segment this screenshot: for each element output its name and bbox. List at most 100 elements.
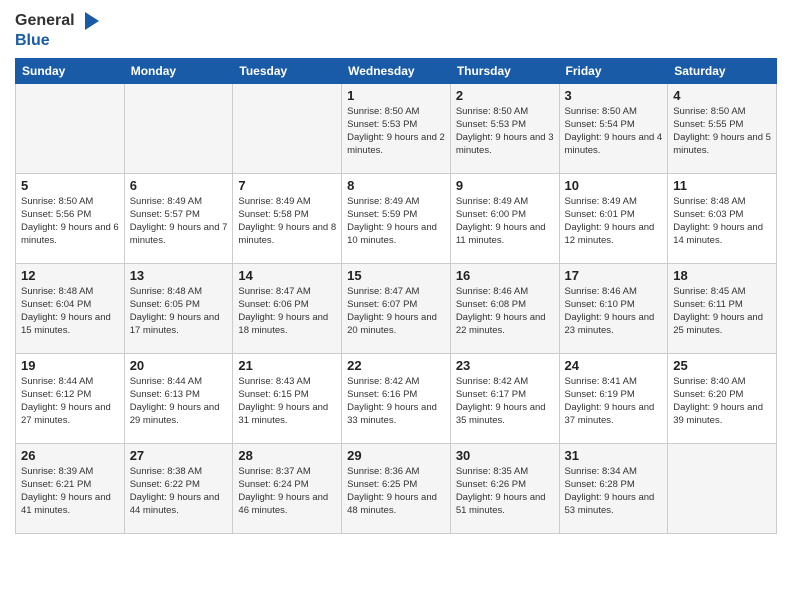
day-info-22: Sunrise: 8:42 AMSunset: 6:16 PMDaylight:… bbox=[347, 375, 445, 428]
day-info-20: Sunrise: 8:44 AMSunset: 6:13 PMDaylight:… bbox=[130, 375, 228, 428]
calendar-cell-0-4: 2Sunrise: 8:50 AMSunset: 5:53 PMDaylight… bbox=[450, 83, 559, 173]
day-number-31: 31 bbox=[565, 448, 663, 463]
day-number-22: 22 bbox=[347, 358, 445, 373]
day-number-18: 18 bbox=[673, 268, 771, 283]
calendar-cell-1-5: 10Sunrise: 8:49 AMSunset: 6:01 PMDayligh… bbox=[559, 173, 668, 263]
week-row-5: 26 Sunrise: 8:39 AMSunset: 6:21 PMDayligh… bbox=[16, 443, 777, 533]
calendar: SundayMondayTuesdayWednesdayThursdayFrid… bbox=[15, 58, 777, 534]
calendar-cell-1-2: 7 Sunrise: 8:49 AMSunset: 5:58 PMDaylight… bbox=[233, 173, 342, 263]
calendar-cell-0-0 bbox=[16, 83, 125, 173]
day-info-6: Sunrise: 8:49 AMSunset: 5:57 PMDaylight:… bbox=[130, 195, 228, 248]
day-number-26: 26 bbox=[21, 448, 119, 463]
week-row-4: 19 Sunrise: 8:44 AMSunset: 6:12 PMDayligh… bbox=[16, 353, 777, 443]
header-wednesday: Wednesday bbox=[342, 58, 451, 83]
day-info-1: Sunrise: 8:50 AMSunset: 5:53 PMDaylight:… bbox=[347, 105, 445, 158]
day-number-28: 28 bbox=[238, 448, 336, 463]
day-info-29: Sunrise: 8:36 AMSunset: 6:25 PMDaylight:… bbox=[347, 465, 445, 518]
day-number-21: 21 bbox=[238, 358, 336, 373]
day-info-30: Sunrise: 8:35 AMSunset: 6:26 PMDaylight:… bbox=[456, 465, 554, 518]
day-number-16: 16 bbox=[456, 268, 554, 283]
day-info-15: Sunrise: 8:47 AMSunset: 6:07 PMDaylight:… bbox=[347, 285, 445, 338]
calendar-cell-2-1: 13 Sunrise: 8:48 AMSunset: 6:05 PMDayligh… bbox=[124, 263, 233, 353]
day-number-9: 9 bbox=[456, 178, 554, 193]
day-info-14: Sunrise: 8:47 AMSunset: 6:06 PMDaylight:… bbox=[238, 285, 336, 338]
calendar-cell-3-2: 21 Sunrise: 8:43 AMSunset: 6:15 PMDayligh… bbox=[233, 353, 342, 443]
day-number-3: 3 bbox=[565, 88, 663, 103]
calendar-cell-2-6: 18Sunrise: 8:45 AMSunset: 6:11 PMDayligh… bbox=[668, 263, 777, 353]
day-number-13: 13 bbox=[130, 268, 228, 283]
day-info-17: Sunrise: 8:46 AMSunset: 6:10 PMDaylight:… bbox=[565, 285, 663, 338]
day-info-26: Sunrise: 8:39 AMSunset: 6:21 PMDaylight:… bbox=[21, 465, 119, 518]
day-number-19: 19 bbox=[21, 358, 119, 373]
day-number-12: 12 bbox=[21, 268, 119, 283]
calendar-cell-3-3: 22 Sunrise: 8:42 AMSunset: 6:16 PMDayligh… bbox=[342, 353, 451, 443]
day-number-29: 29 bbox=[347, 448, 445, 463]
logo: General Blue bbox=[15, 10, 105, 50]
day-info-16: Sunrise: 8:46 AMSunset: 6:08 PMDaylight:… bbox=[456, 285, 554, 338]
header-friday: Friday bbox=[559, 58, 668, 83]
day-info-12: Sunrise: 8:48 AMSunset: 6:04 PMDaylight:… bbox=[21, 285, 119, 338]
day-number-11: 11 bbox=[673, 178, 771, 193]
day-info-4: Sunrise: 8:50 AMSunset: 5:55 PMDaylight:… bbox=[673, 105, 771, 158]
day-info-23: Sunrise: 8:42 AMSunset: 6:17 PMDaylight:… bbox=[456, 375, 554, 428]
day-number-6: 6 bbox=[130, 178, 228, 193]
day-number-24: 24 bbox=[565, 358, 663, 373]
day-info-19: Sunrise: 8:44 AMSunset: 6:12 PMDaylight:… bbox=[21, 375, 119, 428]
day-info-5: Sunrise: 8:50 AMSunset: 5:56 PMDaylight:… bbox=[21, 195, 119, 248]
day-number-23: 23 bbox=[456, 358, 554, 373]
header-monday: Monday bbox=[124, 58, 233, 83]
day-number-2: 2 bbox=[456, 88, 554, 103]
calendar-cell-0-5: 3 Sunrise: 8:50 AMSunset: 5:54 PMDaylight… bbox=[559, 83, 668, 173]
calendar-cell-2-4: 16 Sunrise: 8:46 AMSunset: 6:08 PMDayligh… bbox=[450, 263, 559, 353]
day-number-1: 1 bbox=[347, 88, 445, 103]
logo-general: General bbox=[15, 12, 75, 29]
day-info-21: Sunrise: 8:43 AMSunset: 6:15 PMDaylight:… bbox=[238, 375, 336, 428]
calendar-cell-2-3: 15 Sunrise: 8:47 AMSunset: 6:07 PMDayligh… bbox=[342, 263, 451, 353]
logo-triangle-icon bbox=[81, 10, 103, 32]
calendar-cell-1-1: 6 Sunrise: 8:49 AMSunset: 5:57 PMDaylight… bbox=[124, 173, 233, 263]
day-info-13: Sunrise: 8:48 AMSunset: 6:05 PMDaylight:… bbox=[130, 285, 228, 338]
day-number-30: 30 bbox=[456, 448, 554, 463]
day-number-5: 5 bbox=[21, 178, 119, 193]
logo-text: General Blue bbox=[15, 10, 105, 50]
calendar-cell-0-3: 1 Sunrise: 8:50 AMSunset: 5:53 PMDaylight… bbox=[342, 83, 451, 173]
calendar-cell-4-3: 29 Sunrise: 8:36 AMSunset: 6:25 PMDayligh… bbox=[342, 443, 451, 533]
day-number-25: 25 bbox=[673, 358, 771, 373]
day-number-17: 17 bbox=[565, 268, 663, 283]
calendar-cell-1-3: 8 Sunrise: 8:49 AMSunset: 5:59 PMDaylight… bbox=[342, 173, 451, 263]
day-info-10: Sunrise: 8:49 AMSunset: 6:01 PMDaylight:… bbox=[565, 195, 663, 248]
day-info-11: Sunrise: 8:48 AMSunset: 6:03 PMDaylight:… bbox=[673, 195, 771, 248]
calendar-cell-3-1: 20 Sunrise: 8:44 AMSunset: 6:13 PMDayligh… bbox=[124, 353, 233, 443]
day-number-8: 8 bbox=[347, 178, 445, 193]
day-number-20: 20 bbox=[130, 358, 228, 373]
calendar-cell-4-2: 28 Sunrise: 8:37 AMSunset: 6:24 PMDayligh… bbox=[233, 443, 342, 533]
calendar-cell-4-1: 27Sunrise: 8:38 AMSunset: 6:22 PMDayligh… bbox=[124, 443, 233, 533]
calendar-cell-3-4: 23 Sunrise: 8:42 AMSunset: 6:17 PMDayligh… bbox=[450, 353, 559, 443]
day-number-15: 15 bbox=[347, 268, 445, 283]
day-number-14: 14 bbox=[238, 268, 336, 283]
day-number-7: 7 bbox=[238, 178, 336, 193]
day-info-24: Sunrise: 8:41 AMSunset: 6:19 PMDaylight:… bbox=[565, 375, 663, 428]
calendar-cell-0-2 bbox=[233, 83, 342, 173]
week-row-2: 5 Sunrise: 8:50 AMSunset: 5:56 PMDaylight… bbox=[16, 173, 777, 263]
calendar-cell-3-0: 19 Sunrise: 8:44 AMSunset: 6:12 PMDayligh… bbox=[16, 353, 125, 443]
weekday-header-row: SundayMondayTuesdayWednesdayThursdayFrid… bbox=[16, 58, 777, 83]
page-header: General Blue bbox=[15, 10, 777, 50]
day-info-7: Sunrise: 8:49 AMSunset: 5:58 PMDaylight:… bbox=[238, 195, 336, 248]
day-info-27: Sunrise: 8:38 AMSunset: 6:22 PMDaylight:… bbox=[130, 465, 228, 518]
calendar-cell-0-6: 4 Sunrise: 8:50 AMSunset: 5:55 PMDaylight… bbox=[668, 83, 777, 173]
day-info-8: Sunrise: 8:49 AMSunset: 5:59 PMDaylight:… bbox=[347, 195, 445, 248]
day-info-9: Sunrise: 8:49 AMSunset: 6:00 PMDaylight:… bbox=[456, 195, 554, 248]
calendar-cell-2-0: 12 Sunrise: 8:48 AMSunset: 6:04 PMDayligh… bbox=[16, 263, 125, 353]
logo-blue: Blue bbox=[15, 32, 50, 49]
header-saturday: Saturday bbox=[668, 58, 777, 83]
header-thursday: Thursday bbox=[450, 58, 559, 83]
calendar-cell-3-5: 24 Sunrise: 8:41 AMSunset: 6:19 PMDayligh… bbox=[559, 353, 668, 443]
day-info-28: Sunrise: 8:37 AMSunset: 6:24 PMDaylight:… bbox=[238, 465, 336, 518]
day-number-4: 4 bbox=[673, 88, 771, 103]
day-info-25: Sunrise: 8:40 AMSunset: 6:20 PMDaylight:… bbox=[673, 375, 771, 428]
calendar-cell-1-0: 5 Sunrise: 8:50 AMSunset: 5:56 PMDaylight… bbox=[16, 173, 125, 263]
day-info-3: Sunrise: 8:50 AMSunset: 5:54 PMDaylight:… bbox=[565, 105, 663, 158]
calendar-cell-3-6: 25 Sunrise: 8:40 AMSunset: 6:20 PMDayligh… bbox=[668, 353, 777, 443]
day-info-31: Sunrise: 8:34 AMSunset: 6:28 PMDaylight:… bbox=[565, 465, 663, 518]
